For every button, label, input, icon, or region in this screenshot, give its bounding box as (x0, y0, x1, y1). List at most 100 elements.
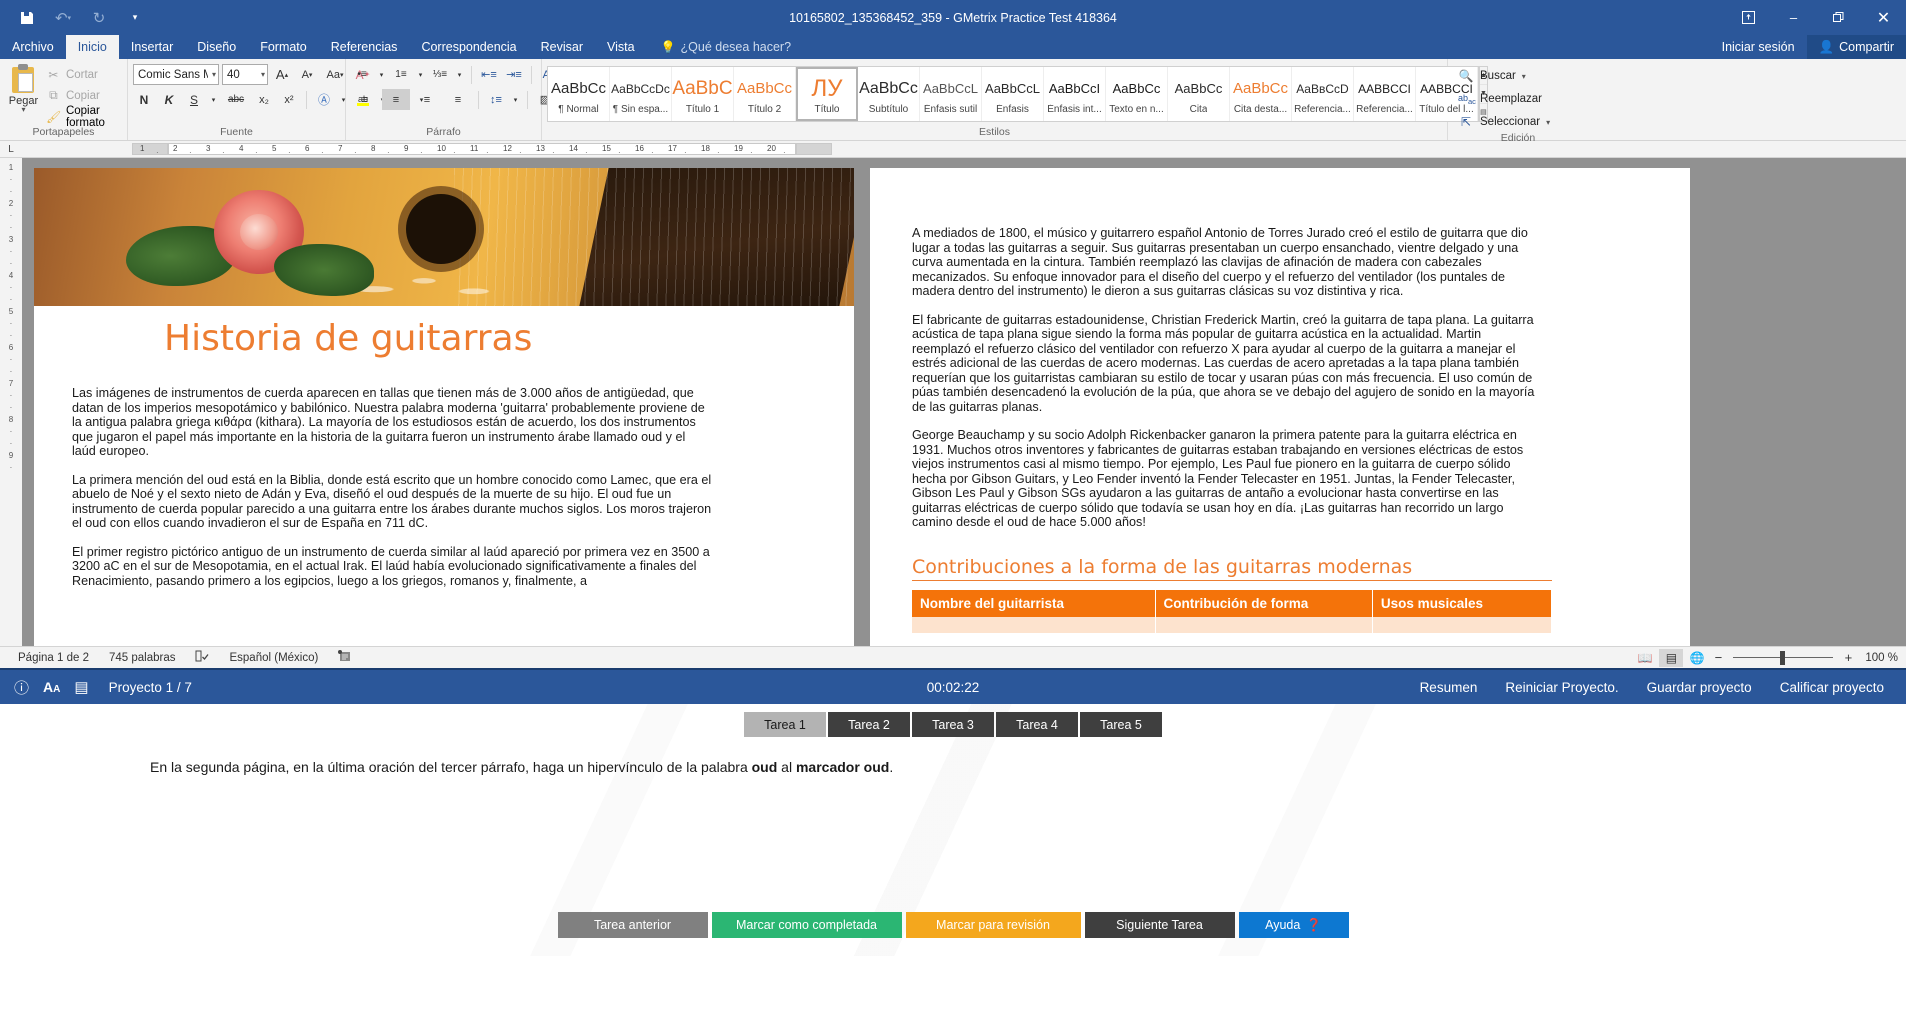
bullets-button[interactable]: •≡ (351, 64, 373, 85)
strikethrough-button[interactable]: abc (222, 89, 250, 110)
subscript-button[interactable]: x₂ (253, 89, 275, 110)
page2-body[interactable]: A mediados de 1800, el músico y guitarre… (912, 226, 1542, 544)
style-item-13[interactable]: AABBCCI Referencia... (1354, 67, 1416, 121)
find-button[interactable]: 🔍 Buscar ▾ (1453, 66, 1555, 86)
decrease-indent-button[interactable]: ⇤≡ (478, 64, 500, 85)
close-button[interactable]: ✕ (1861, 0, 1906, 35)
bullets-dropdown-icon[interactable]: ▾ (376, 64, 387, 85)
restore-button[interactable] (1816, 0, 1861, 35)
zoom-out-button[interactable]: − (1711, 650, 1725, 665)
style-item-7[interactable]: AaBbCcL Énfasis (982, 67, 1044, 121)
paste-button[interactable]: Pegar ▾ (5, 62, 42, 114)
contributions-table[interactable]: Nombre del guitarrista Contribución de f… (912, 590, 1553, 633)
text-size-icon[interactable]: AA (43, 679, 60, 695)
zoom-in-button[interactable]: + (1841, 650, 1855, 665)
replace-button[interactable]: abac Reemplazar (1453, 89, 1555, 109)
tab-correspondencia[interactable]: Correspondencia (409, 35, 528, 59)
multilevel-list-button[interactable]: ⅓≡ (429, 64, 451, 85)
style-item-11[interactable]: AaBbCс Cita desta... (1230, 67, 1292, 121)
table-cell[interactable] (912, 617, 1156, 633)
cut-button[interactable]: ✂ Cortar (42, 65, 122, 84)
save-project-link[interactable]: Guardar proyecto (1647, 680, 1752, 695)
style-item-3[interactable]: AaBbCс Título 2 (734, 67, 796, 121)
task-tab-4[interactable]: Tarea 4 (996, 712, 1078, 737)
style-item-5[interactable]: AaBbCс Subtítulo (858, 67, 920, 121)
font-name-combo[interactable]: Comic Sans M ▾ (133, 64, 219, 85)
shrink-font-button[interactable]: A ▾ (296, 64, 318, 85)
question-circle-icon[interactable]: ⓘ (14, 677, 29, 698)
tab-referencias[interactable]: Referencias (319, 35, 410, 59)
task-tab-1[interactable]: Tarea 1 (744, 712, 826, 737)
chevron-down-icon[interactable]: ▾ (21, 106, 25, 114)
chevron-down-icon[interactable]: ▾ (1546, 118, 1550, 127)
tab-stop-selector-icon[interactable]: L (0, 144, 22, 155)
redo-icon[interactable]: ↻ (82, 4, 116, 32)
table-cell[interactable] (1155, 617, 1373, 633)
copy-button[interactable]: ⧉ Copiar (42, 86, 122, 105)
tab-formato[interactable]: Formato (248, 35, 319, 59)
style-item-0[interactable]: AaBbCc ¶ Normal (548, 67, 610, 121)
print-layout-view-button[interactable]: ▤ (1659, 648, 1684, 667)
notes-icon[interactable]: ▤ (74, 678, 88, 696)
style-item-1[interactable]: AaBbCcDс ¶ Sin espa... (610, 67, 672, 121)
help-button[interactable]: Ayuda ❓ (1238, 912, 1349, 938)
style-item-8[interactable]: AaBbCcI Énfasis int... (1044, 67, 1106, 121)
font-size-combo[interactable]: 40 ▾ (222, 64, 268, 85)
next-task-button[interactable]: Siguiente Tarea (1084, 912, 1235, 938)
customize-qat-icon[interactable]: ▾ (118, 4, 152, 32)
word-count[interactable]: 745 palabras (99, 652, 186, 664)
italic-button[interactable]: K (158, 89, 180, 110)
style-item-2[interactable]: AaBbС Título 1 (672, 67, 734, 121)
document-page-1[interactable]: Historia de guitarras Las imágenes de in… (34, 168, 854, 646)
tab-diseno[interactable]: Diseño (185, 35, 248, 59)
underline-dropdown-icon[interactable]: ▾ (208, 89, 219, 110)
increase-indent-button[interactable]: ⇥≡ (503, 64, 525, 85)
tab-inicio[interactable]: Inicio (65, 35, 119, 59)
numbering-button[interactable]: 1≡ (390, 64, 412, 85)
page1-body[interactable]: Las imágenes de instrumentos de cuerda a… (72, 386, 712, 602)
style-item-9[interactable]: AaBbCc Texto en n... (1106, 67, 1168, 121)
chevron-down-icon[interactable]: ▾ (1522, 72, 1526, 81)
zoom-slider-thumb[interactable] (1780, 650, 1786, 665)
minimize-button[interactable]: – (1771, 0, 1816, 35)
align-right-button[interactable]: ≡ (413, 89, 441, 110)
grow-font-button[interactable]: A ▴ (271, 64, 293, 85)
tab-insertar[interactable]: Insertar (119, 35, 185, 59)
task-tab-5[interactable]: Tarea 5 (1080, 712, 1162, 737)
share-button[interactable]: 👤 Compartir (1806, 35, 1906, 59)
tab-archivo[interactable]: Archivo (0, 35, 66, 59)
multilevel-dropdown-icon[interactable]: ▾ (454, 64, 465, 85)
zoom-level[interactable]: 100 % (1857, 652, 1898, 664)
line-spacing-dropdown-icon[interactable]: ▾ (510, 89, 521, 110)
restart-project-link[interactable]: Reiniciar Proyecto. (1505, 680, 1618, 695)
mark-for-review-button[interactable]: Marcar para revisión (905, 912, 1081, 938)
language-indicator[interactable]: Español (México) (219, 652, 328, 664)
select-button[interactable]: ⇱ Seleccionar ▾ (1453, 112, 1555, 132)
style-item-12[interactable]: AаBвCcD Referencia... (1292, 67, 1354, 121)
save-icon[interactable] (10, 4, 44, 32)
style-item-10[interactable]: AaBbCc Cita (1168, 67, 1230, 121)
line-spacing-button[interactable]: ↕≡ (485, 89, 507, 110)
previous-task-button[interactable]: Tarea anterior (557, 912, 708, 938)
text-effects-icon[interactable]: Ⓐ (313, 89, 335, 110)
web-layout-view-button[interactable]: 🌐 (1685, 649, 1709, 667)
table-cell[interactable] (1372, 617, 1553, 633)
tab-revisar[interactable]: Revisar (529, 35, 595, 59)
document-canvas[interactable]: 1 · · 2 · · 3 · · 4 · · 5 · · 6 · · 7 · · 8 · · 9 · Historia de g… (0, 158, 1906, 646)
grade-project-link[interactable]: Calificar proyecto (1780, 680, 1884, 695)
bold-button[interactable]: N (133, 89, 155, 110)
justify-button[interactable]: ≡ (444, 89, 472, 110)
styles-gallery[interactable]: AaBbCc ¶ Normal AaBbCcDс ¶ Sin espa... AaBbС… (547, 66, 1479, 122)
style-item-6[interactable]: AaBbCcL Énfasis sutil (920, 67, 982, 121)
summary-link[interactable]: Resumen (1420, 680, 1478, 695)
tell-me-search[interactable]: 💡 ¿Qué desea hacer? (647, 35, 791, 59)
align-left-button[interactable]: ≡ (351, 89, 379, 110)
read-mode-view-button[interactable]: 📖 (1633, 649, 1657, 667)
macro-icon[interactable] (328, 650, 361, 665)
align-center-button[interactable]: ≡ (382, 89, 410, 110)
numbering-dropdown-icon[interactable]: ▾ (415, 64, 426, 85)
superscript-button[interactable]: x² (278, 89, 300, 110)
ruler-track[interactable]: 1 · 2 · 3 · 4 · 5 · 6 · 7 · 8 · 9 · 10 · 11 · 12 · 13 · 14 · 15 · 16 · 1… (22, 143, 1906, 157)
ribbon-display-options-icon[interactable] (1726, 0, 1771, 35)
task-tab-2[interactable]: Tarea 2 (828, 712, 910, 737)
